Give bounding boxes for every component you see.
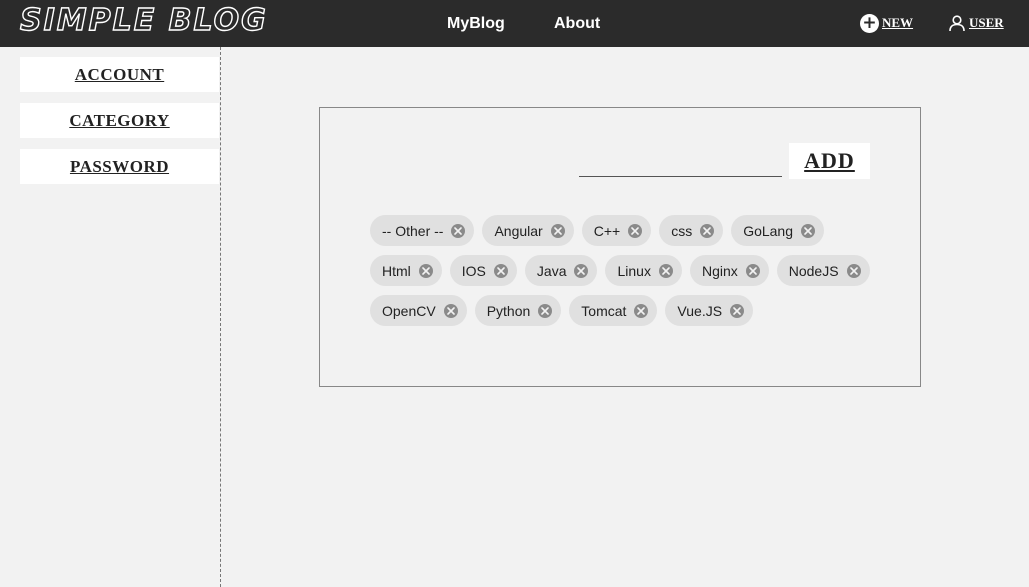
category-tag: NodeJS <box>776 255 870 286</box>
category-tag-label: Html <box>382 262 411 279</box>
remove-tag-icon[interactable] <box>538 303 553 318</box>
add-category-button[interactable]: ADD <box>789 143 870 179</box>
category-tag-label: OpenCV <box>382 302 436 319</box>
remove-tag-icon[interactable] <box>745 263 760 278</box>
category-tag-label: C++ <box>593 222 621 239</box>
remove-tag-icon[interactable] <box>634 303 649 318</box>
category-tag: Html <box>370 255 442 286</box>
category-tag: Nginx <box>689 255 769 286</box>
category-tag: css <box>659 215 724 246</box>
category-tag-label: Linux <box>617 262 651 279</box>
category-tag-list: -- Other -- Angular C++ css GoLang Html IOS Jav… <box>370 215 890 326</box>
sidebar: ACCOUNT CATEGORY PASSWORD <box>0 47 221 587</box>
category-tag: Java <box>524 255 598 286</box>
remove-tag-icon[interactable] <box>700 223 715 238</box>
category-tag-label: NodeJS <box>788 262 839 279</box>
new-post-label: NEW <box>882 15 914 30</box>
remove-tag-icon[interactable] <box>658 263 673 278</box>
category-tag-label: Vue.JS <box>677 302 723 319</box>
category-tag-label: Java <box>536 262 567 279</box>
category-tag: -- Other -- <box>370 215 475 246</box>
top-navbar: SIMPLE BLOG MyBlog About + NEW USER <box>0 0 1029 47</box>
remove-tag-icon[interactable] <box>550 223 565 238</box>
category-tag-label: GoLang <box>743 222 794 239</box>
category-tag-label: -- Other -- <box>382 222 444 239</box>
user-menu-button[interactable]: USER <box>948 13 1004 33</box>
category-tag-label: Nginx <box>701 262 738 279</box>
remove-tag-icon[interactable] <box>730 303 745 318</box>
nav-myblog-link[interactable]: MyBlog <box>447 15 505 33</box>
brand-logo[interactable]: SIMPLE BLOG <box>19 2 268 39</box>
category-tag: C++ <box>581 215 652 246</box>
category-tag: GoLang <box>731 215 825 246</box>
remove-tag-icon[interactable] <box>418 263 433 278</box>
remove-tag-icon[interactable] <box>451 223 466 238</box>
sidebar-item-category[interactable]: CATEGORY <box>20 103 219 138</box>
user-label: USER <box>969 15 1004 30</box>
remove-tag-icon[interactable] <box>628 223 643 238</box>
category-tag: OpenCV <box>370 295 467 326</box>
remove-tag-icon[interactable] <box>801 223 816 238</box>
category-tag-label: css <box>671 222 693 239</box>
user-icon <box>949 15 965 32</box>
category-tag: IOS <box>449 255 517 286</box>
category-panel: ADD -- Other -- Angular C++ css GoLang Html IO… <box>319 107 921 387</box>
category-input[interactable] <box>579 154 782 177</box>
remove-tag-icon[interactable] <box>846 263 861 278</box>
category-tag-label: Angular <box>494 222 543 239</box>
category-tag: Python <box>474 295 562 326</box>
category-tag-label: Python <box>486 302 531 319</box>
sidebar-item-account[interactable]: ACCOUNT <box>20 57 219 92</box>
category-tag-label: IOS <box>461 262 486 279</box>
category-tag-label: Tomcat <box>581 302 627 319</box>
remove-tag-icon[interactable] <box>574 263 589 278</box>
category-tag: Tomcat <box>569 295 658 326</box>
nav-about-link[interactable]: About <box>554 15 600 33</box>
remove-tag-icon[interactable] <box>493 263 508 278</box>
category-tag: Vue.JS <box>665 295 754 326</box>
new-post-button[interactable]: + NEW <box>860 13 913 33</box>
category-tag: Angular <box>482 215 574 246</box>
category-tag: Linux <box>605 255 682 286</box>
sidebar-item-password[interactable]: PASSWORD <box>20 149 219 184</box>
remove-tag-icon[interactable] <box>443 303 458 318</box>
plus-circle-icon: + <box>860 13 879 33</box>
